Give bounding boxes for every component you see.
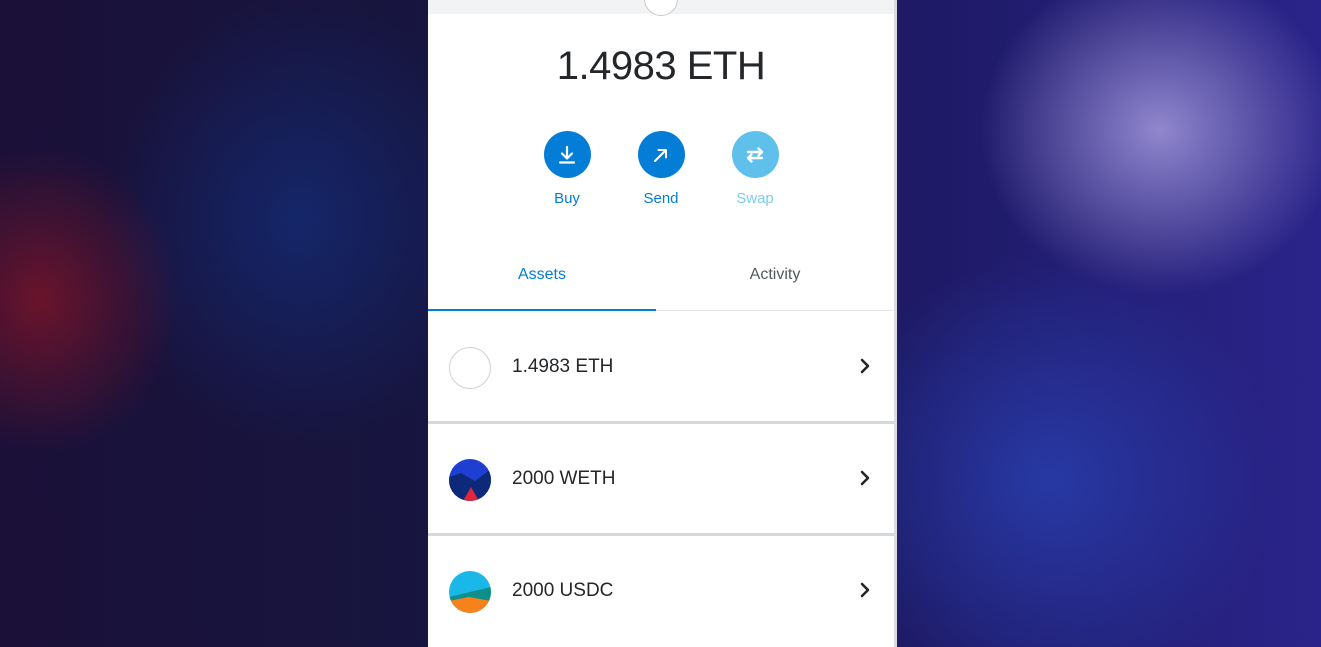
send-label: Send xyxy=(643,190,679,207)
asset-tabs: Assets Activity xyxy=(428,254,894,311)
chevron-right-icon xyxy=(860,582,870,598)
asset-amount: 2000 USDC xyxy=(512,580,614,601)
usdc-token-icon xyxy=(449,571,491,613)
balance-display: 1.4983 ETH xyxy=(556,44,766,88)
asset-amount: 1.4983 ETH xyxy=(512,356,614,377)
send-circle[interactable] xyxy=(637,131,685,178)
active-tab-indicator xyxy=(428,309,656,311)
weth-token-graphic xyxy=(449,459,491,501)
usdc-token-graphic xyxy=(449,571,491,613)
arrow-up-right-icon xyxy=(654,148,667,162)
tab-activity[interactable]: Activity xyxy=(661,254,889,310)
asset-row-weth[interactable]: 2000 WETH xyxy=(428,424,894,534)
eth-token-icon xyxy=(449,347,491,389)
tab-assets[interactable]: Assets xyxy=(428,254,656,311)
chevron-right-icon xyxy=(860,470,870,486)
asset-row-eth[interactable]: 1.4983 ETH xyxy=(428,312,894,422)
weth-token-icon xyxy=(449,459,491,501)
swap-button[interactable]: Swap xyxy=(725,131,785,207)
swap-label: Swap xyxy=(736,190,774,207)
chevron-right-icon xyxy=(860,358,870,374)
buy-button[interactable]: Buy xyxy=(537,131,597,207)
swap-icon xyxy=(746,146,764,163)
buy-circle[interactable] xyxy=(543,131,591,178)
buy-label: Buy xyxy=(554,190,580,207)
wallet-panel: 1.4983 ETH Buy Send Swap Assets Activity… xyxy=(428,0,894,647)
tab-assets-label: Assets xyxy=(517,266,566,283)
send-button[interactable]: Send xyxy=(631,131,691,207)
tab-activity-label: Activity xyxy=(749,266,801,283)
asset-amount: 2000 WETH xyxy=(512,468,616,489)
swap-circle[interactable] xyxy=(731,131,779,178)
panel-edge xyxy=(894,0,897,647)
asset-row-usdc[interactable]: 2000 USDC xyxy=(428,536,894,646)
download-icon xyxy=(558,145,576,164)
